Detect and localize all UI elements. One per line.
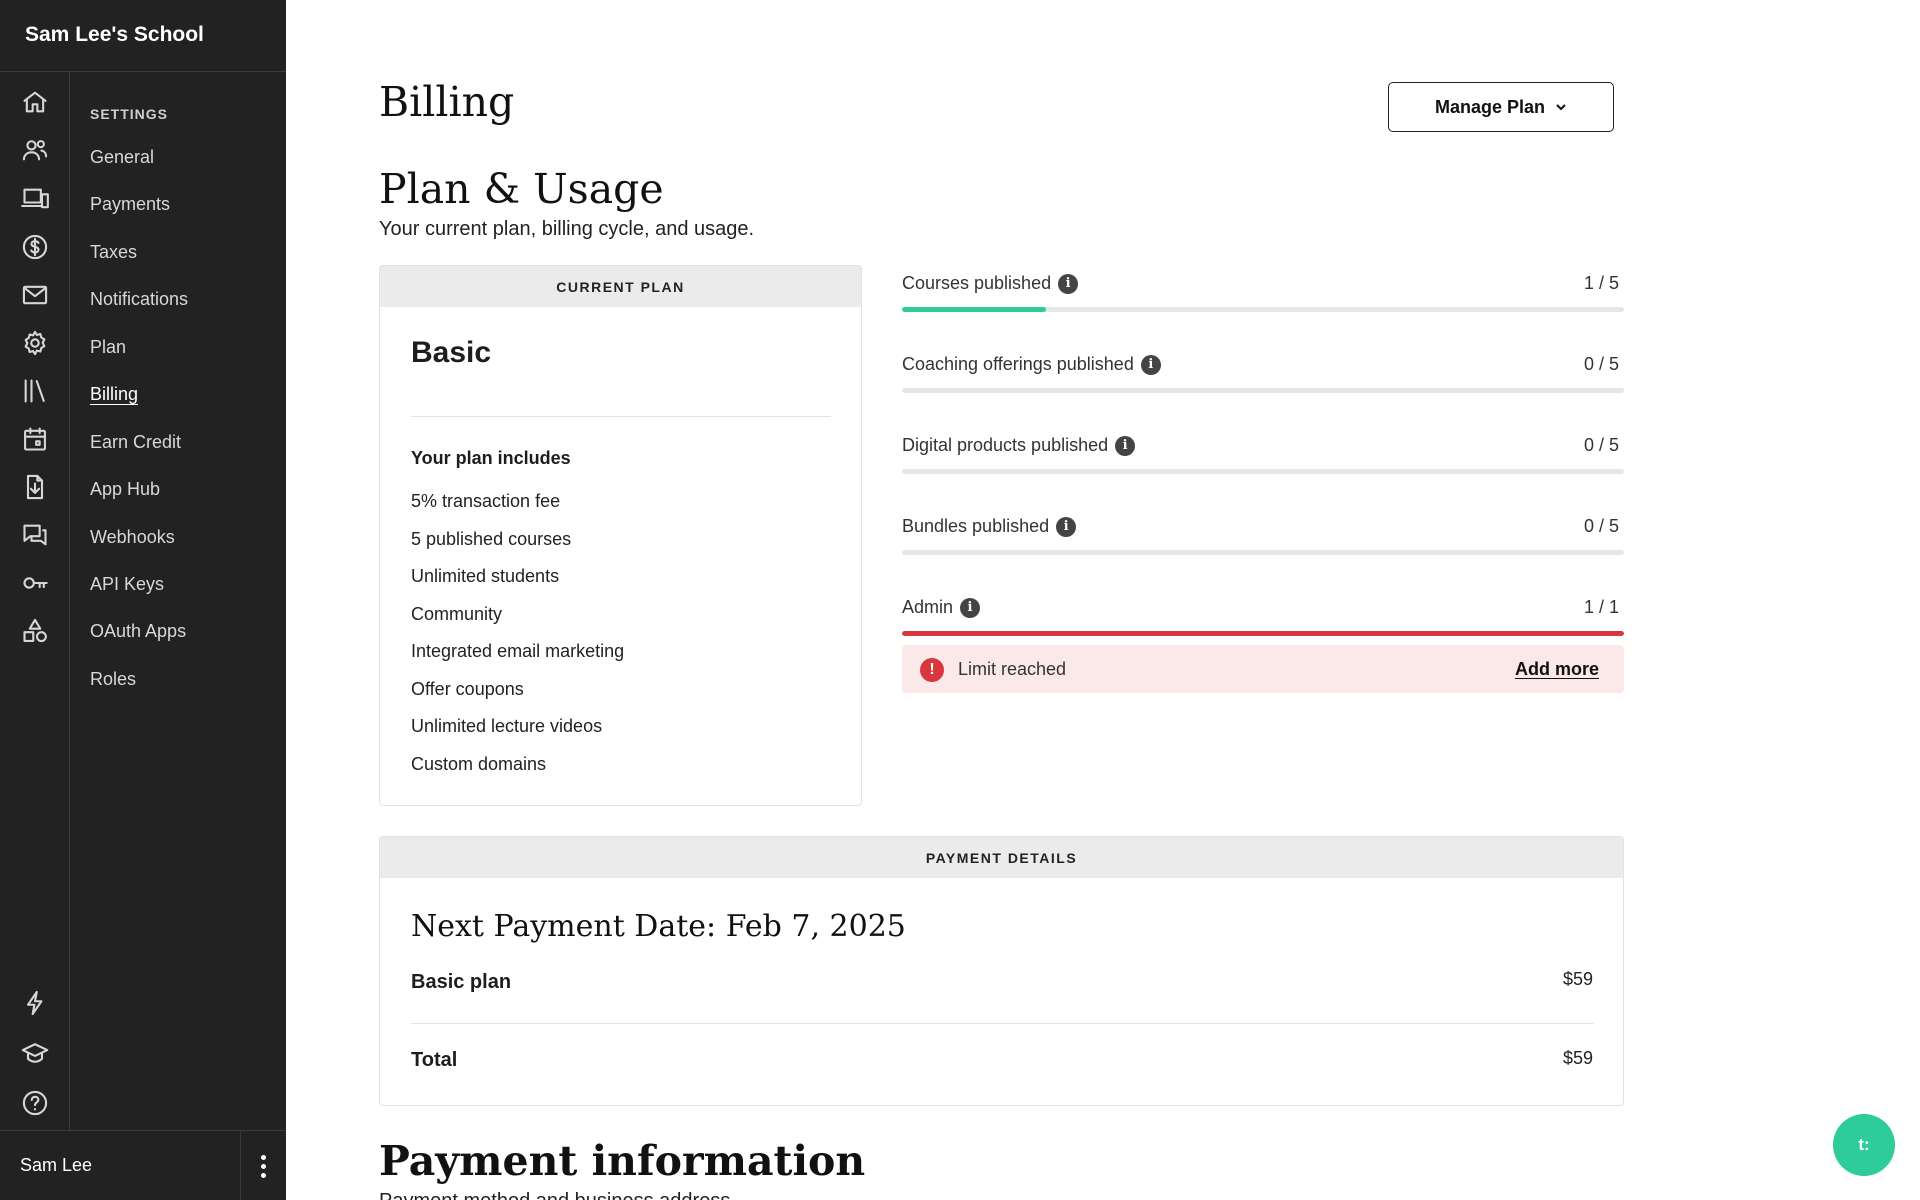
usage-count: 1 / 5: [1583, 273, 1619, 293]
info-icon[interactable]: i: [1140, 354, 1161, 375]
key-icon[interactable]: [18, 566, 52, 600]
user-menu-button[interactable]: [240, 1131, 286, 1200]
usage-progress-track: [902, 550, 1624, 555]
payment-information-title: Payment information: [379, 1137, 866, 1185]
more-vertical-icon: [261, 1154, 266, 1178]
usage-progress-fill: [902, 307, 1047, 312]
settings-heading: SETTINGS: [90, 106, 169, 122]
payment-details-card: PAYMENT DETAILS Next Payment Date: Feb 7…: [379, 836, 1624, 1106]
plan-feature: Integrated email marketing: [411, 641, 625, 661]
usage-progress-track: [902, 388, 1624, 393]
sidebar-item-api-keys[interactable]: API Keys: [90, 574, 164, 595]
usage-count: 0 / 5: [1583, 354, 1619, 374]
user-bar: Sam Lee: [0, 1130, 286, 1200]
sidebar-item-billing[interactable]: Billing: [90, 384, 138, 405]
user-name[interactable]: Sam Lee: [20, 1155, 92, 1176]
sidebar: Sam Lee's School SETTINGS General Paymen…: [0, 0, 286, 1200]
info-icon[interactable]: i: [1056, 516, 1077, 537]
sidebar-item-payments[interactable]: Payments: [90, 194, 170, 215]
usage-count: 1 / 1: [1583, 597, 1619, 617]
alert-icon: !: [920, 658, 944, 682]
plan-feature: Unlimited lecture videos: [411, 716, 603, 736]
current-plan-heading: CURRENT PLAN: [380, 266, 861, 307]
usage-count: 0 / 5: [1583, 435, 1619, 455]
sidebar-item-app-hub[interactable]: App Hub: [90, 479, 160, 500]
sidebar-item-webhooks[interactable]: Webhooks: [90, 527, 175, 548]
home-icon[interactable]: [18, 85, 52, 119]
mail-icon[interactable]: [18, 278, 52, 312]
sidebar-item-earn-credit[interactable]: Earn Credit: [90, 432, 181, 453]
plan-feature: Offer coupons: [411, 679, 524, 699]
manage-plan-label: Manage Plan: [1434, 96, 1546, 117]
payment-information-subtitle: Payment method and business address: [379, 1190, 730, 1200]
dollar-icon[interactable]: [18, 230, 52, 264]
limit-reached-text: Limit reached: [958, 659, 1067, 679]
chat-launcher-label: t:: [1858, 1135, 1870, 1154]
chat-launcher-button[interactable]: t:: [1833, 1114, 1895, 1176]
plan-feature: Custom domains: [411, 754, 547, 774]
sidebar-item-plan[interactable]: Plan: [90, 337, 126, 358]
bolt-icon[interactable]: [18, 986, 52, 1020]
plan-line-amount: $59: [1562, 969, 1593, 989]
calendar-icon[interactable]: [18, 422, 52, 456]
limit-reached-alert: ! Limit reached Add more: [902, 645, 1624, 693]
sidebar-item-general[interactable]: General: [90, 147, 154, 168]
usage-label: Digital products published: [902, 435, 1109, 455]
icon-rail: [0, 72, 70, 1130]
sidebar-item-taxes[interactable]: Taxes: [90, 242, 137, 263]
info-icon[interactable]: i: [960, 597, 981, 618]
plan-usage-subtitle: Your current plan, billing cycle, and us…: [379, 218, 755, 240]
usage-progress-fill: [902, 631, 1624, 636]
usage-label: Coaching offerings published: [902, 354, 1134, 374]
plan-feature: Unlimited students: [411, 566, 560, 586]
info-icon[interactable]: i: [1058, 273, 1079, 294]
info-icon[interactable]: i: [1115, 435, 1136, 456]
usage-count: 0 / 5: [1583, 516, 1619, 536]
manage-plan-button[interactable]: Manage Plan: [1388, 82, 1614, 132]
usage-label: Admin: [902, 597, 954, 617]
plan-feature: 5 published courses: [411, 529, 572, 549]
plan-line-label: Basic plan: [411, 971, 512, 993]
plan-includes-title: Your plan includes: [411, 448, 571, 468]
divider: [411, 416, 831, 417]
graduation-cap-icon[interactable]: [18, 1036, 52, 1070]
chat-icon[interactable]: [18, 518, 52, 552]
school-name[interactable]: Sam Lee's School: [0, 0, 286, 72]
sidebar-item-roles[interactable]: Roles: [90, 669, 136, 690]
help-icon[interactable]: [18, 1086, 52, 1120]
usage-progress-track: [902, 307, 1624, 312]
add-more-link[interactable]: Add more: [1515, 659, 1599, 680]
gear-icon[interactable]: [18, 326, 52, 360]
next-payment-date: Next Payment Date: Feb 7, 2025: [411, 909, 906, 944]
sidebar-item-oauth-apps[interactable]: OAuth Apps: [90, 621, 186, 642]
users-icon[interactable]: [18, 133, 52, 167]
usage-label: Courses published: [902, 273, 1052, 293]
plan-name: Basic: [411, 336, 492, 369]
download-icon[interactable]: [18, 470, 52, 504]
usage-progress-track: [902, 631, 1624, 636]
usage-label: Bundles published: [902, 516, 1050, 536]
plan-feature: Community: [411, 604, 503, 624]
current-plan-card: CURRENT PLAN Basic Your plan includes 5%…: [379, 265, 862, 806]
library-icon[interactable]: [18, 374, 52, 408]
sidebar-item-notifications[interactable]: Notifications: [90, 289, 188, 310]
payment-details-heading: PAYMENT DETAILS: [380, 837, 1623, 878]
devices-icon[interactable]: [18, 182, 52, 216]
plan-feature: 5% transaction fee: [411, 491, 561, 511]
page-title: Billing: [379, 78, 515, 126]
total-label: Total: [411, 1049, 458, 1071]
usage-progress-track: [902, 469, 1624, 474]
plan-usage-title: Plan & Usage: [379, 165, 664, 213]
total-amount: $59: [1562, 1048, 1593, 1068]
divider: [411, 1023, 1594, 1024]
chevron-down-icon: [1556, 104, 1566, 111]
shapes-icon[interactable]: [18, 614, 52, 648]
